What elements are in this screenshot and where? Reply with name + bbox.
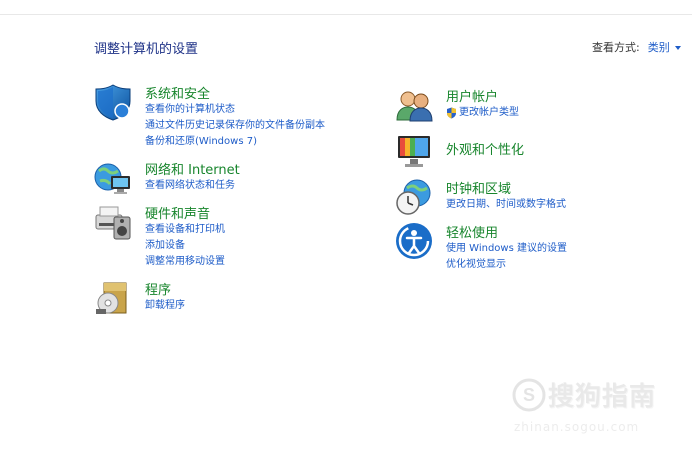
- link-optimize-visual-display[interactable]: 优化视觉显示: [446, 257, 567, 273]
- link-devices-printers[interactable]: 查看设备和打印机: [145, 222, 225, 238]
- sogou-logo-icon: S: [512, 378, 546, 412]
- link-backup-restore[interactable]: 备份和还原(Windows 7): [145, 134, 325, 150]
- user-accounts-icon[interactable]: [395, 86, 433, 124]
- security-shield-icon[interactable]: [94, 83, 132, 121]
- category-appearance: 外观和个性化: [395, 132, 675, 172]
- category-title[interactable]: 用户帐户: [446, 86, 498, 105]
- appearance-icon[interactable]: [395, 132, 433, 170]
- clock-region-icon[interactable]: [395, 178, 433, 216]
- link-file-history[interactable]: 通过文件历史记录保存你的文件备份副本: [145, 118, 325, 134]
- link-mobility-settings[interactable]: 调整常用移动设置: [145, 254, 225, 270]
- category-title[interactable]: 外观和个性化: [446, 139, 524, 158]
- category-clock-region: 时钟和区域 更改日期、时间或数字格式: [395, 178, 675, 218]
- link-change-date-time-format[interactable]: 更改日期、时间或数字格式: [446, 197, 566, 213]
- link-view-computer-status[interactable]: 查看你的计算机状态: [145, 102, 325, 118]
- category-title[interactable]: 时钟和区域: [446, 178, 511, 197]
- category-title[interactable]: 轻松使用: [446, 222, 498, 241]
- link-add-device[interactable]: 添加设备: [145, 238, 225, 254]
- top-divider: [0, 14, 692, 15]
- link-network-status[interactable]: 查看网络状态和任务: [145, 178, 235, 194]
- view-by-label: 查看方式:: [592, 41, 640, 54]
- category-title[interactable]: 程序: [145, 279, 171, 298]
- category-hardware-sound: 硬件和声音 查看设备和打印机 添加设备 调整常用移动设置: [94, 203, 374, 273]
- hardware-sound-icon[interactable]: [94, 203, 132, 241]
- category-ease-of-access: 轻松使用 使用 Windows 建议的设置 优化视觉显示: [395, 222, 675, 272]
- category-user-accounts: 用户帐户 更改帐户类型: [395, 86, 675, 126]
- category-programs: 程序 卸载程序: [94, 279, 374, 319]
- category-network-internet: 网络和 Internet 查看网络状态和任务: [94, 159, 374, 199]
- page-title: 调整计算机的设置: [94, 42, 199, 57]
- watermark-url: zhinan.sogou.com: [514, 420, 640, 434]
- category-title[interactable]: 系统和安全: [145, 83, 210, 102]
- view-by-dropdown[interactable]: 类别: [648, 39, 670, 55]
- network-icon[interactable]: [94, 159, 132, 197]
- link-recommended-settings[interactable]: 使用 Windows 建议的设置: [446, 241, 567, 257]
- svg-text:S: S: [523, 385, 535, 405]
- category-title[interactable]: 网络和 Internet: [145, 159, 240, 178]
- view-by: 查看方式: 类别: [592, 39, 681, 55]
- chevron-down-icon[interactable]: [674, 45, 681, 50]
- category-title[interactable]: 硬件和声音: [145, 203, 210, 222]
- programs-icon[interactable]: [94, 279, 132, 317]
- link-change-account-type[interactable]: 更改帐户类型: [446, 105, 519, 121]
- watermark-title: 搜狗指南: [548, 382, 657, 412]
- category-system-security: 系统和安全 查看你的计算机状态 通过文件历史记录保存你的文件备份副本 备份和还原…: [94, 83, 374, 153]
- ease-of-access-icon[interactable]: [395, 222, 433, 260]
- watermark: S 搜狗指南 zhinan.sogou.com: [512, 372, 682, 442]
- link-label: 更改帐户类型: [459, 107, 519, 118]
- uac-shield-icon: [447, 107, 456, 119]
- link-uninstall-program[interactable]: 卸载程序: [145, 298, 185, 314]
